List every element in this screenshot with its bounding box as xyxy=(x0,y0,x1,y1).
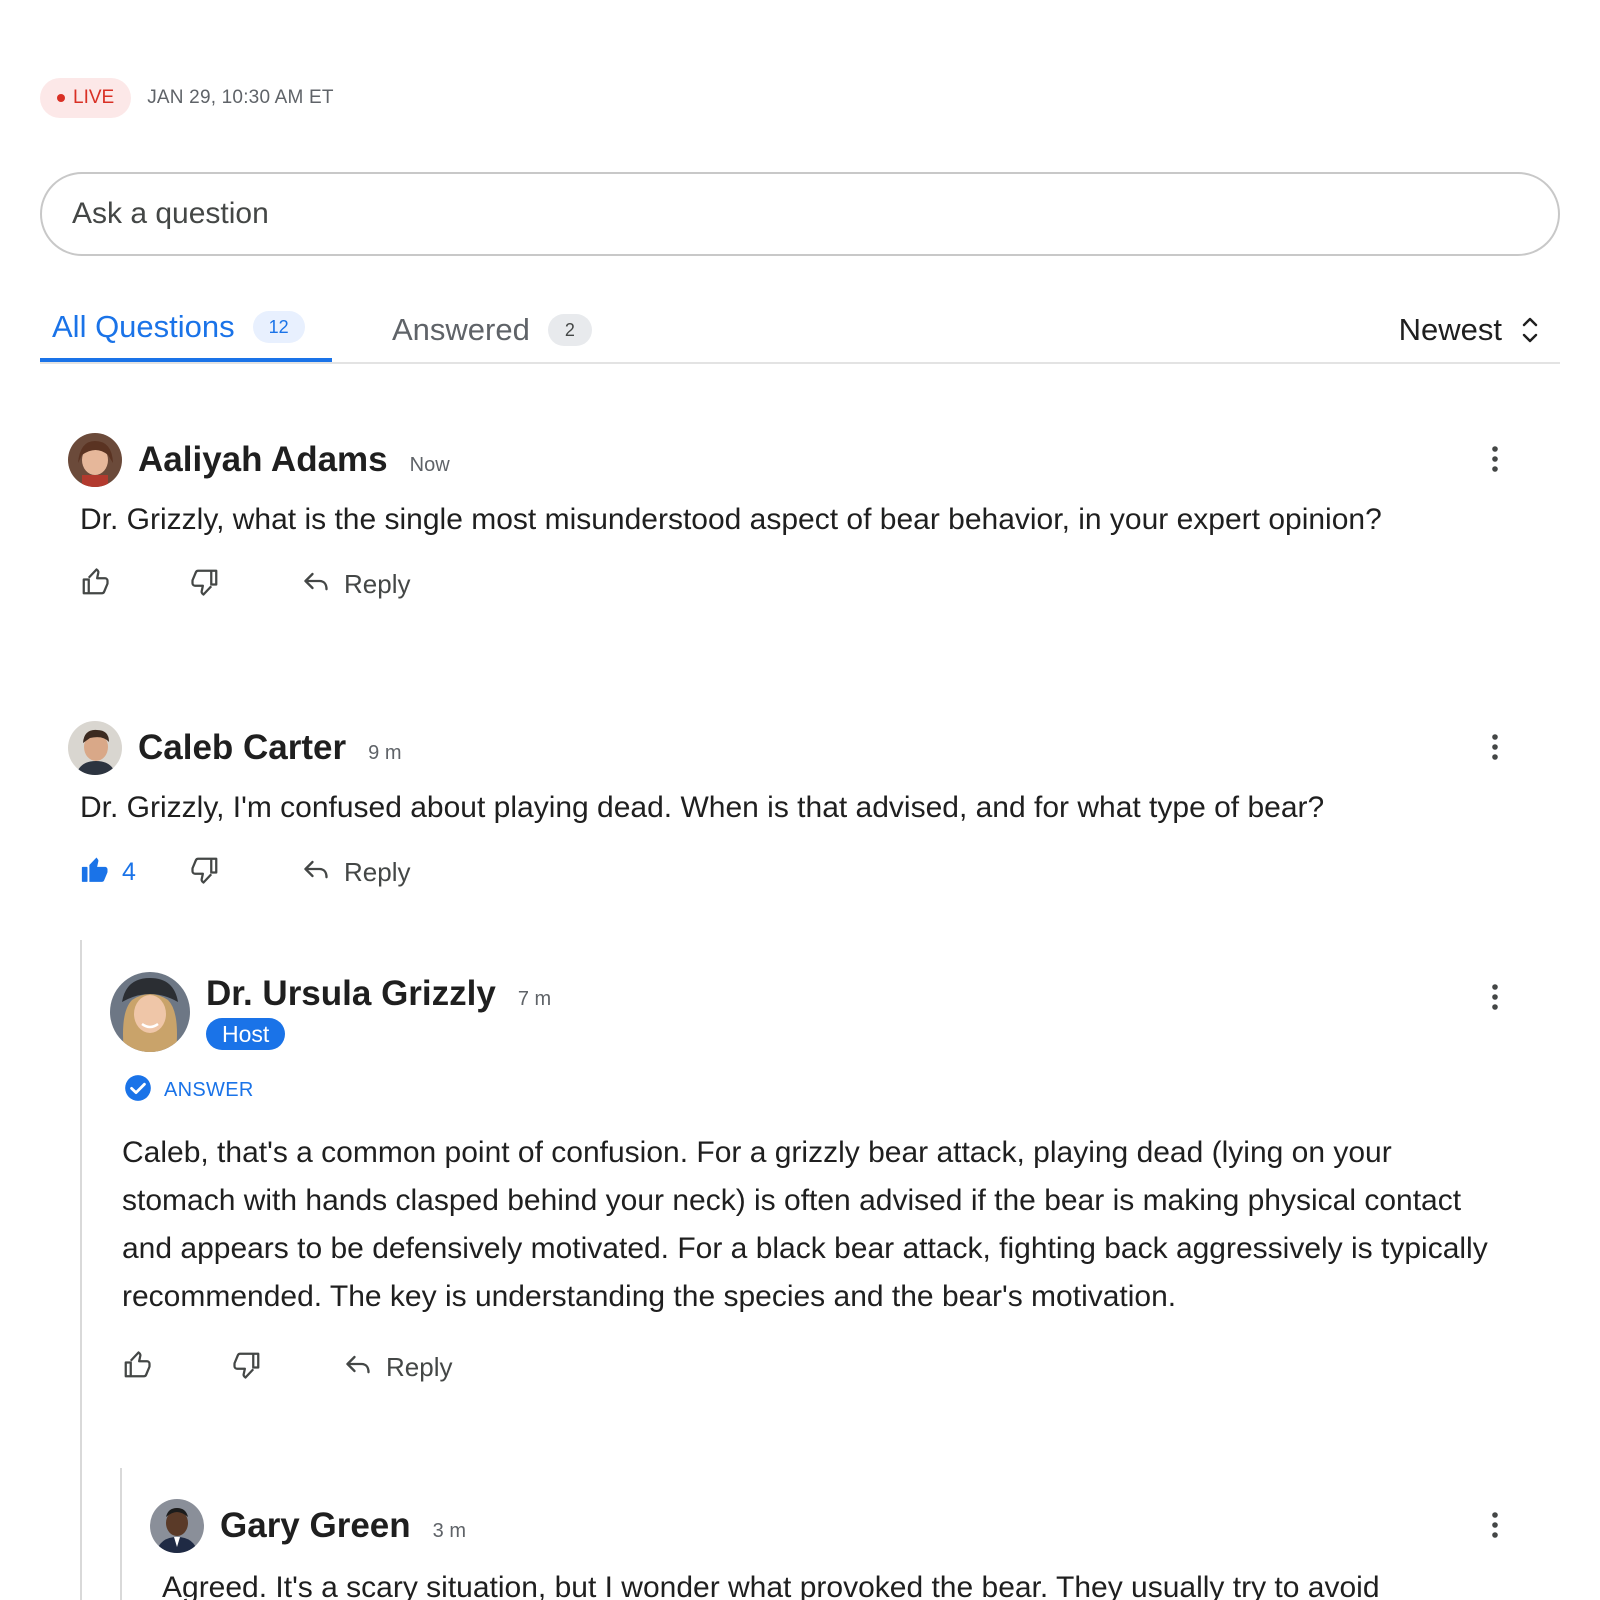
reply-button[interactable]: Reply xyxy=(344,1350,452,1385)
comment-text: Dr. Grizzly, I'm confused about playing … xyxy=(80,791,1325,824)
comment-text: Agreed. It's a scary situation, but I wo… xyxy=(162,1571,1380,1600)
comment-header: Gary Green 3 m xyxy=(150,1498,1510,1554)
author-name[interactable]: Gary Green xyxy=(220,1506,411,1546)
live-label: LIVE xyxy=(73,87,115,108)
thumb-up-icon xyxy=(80,567,110,602)
unfold-icon xyxy=(1522,316,1538,344)
check-circle-icon xyxy=(124,1074,152,1107)
comment-time: 7 m xyxy=(517,987,552,1010)
comment: Dr. Ursula Grizzly 7 m Host ANSWER Caleb… xyxy=(110,972,1510,1389)
avatar[interactable] xyxy=(68,721,122,775)
comment-time: 9 m xyxy=(368,741,402,764)
reply-arrow-icon xyxy=(344,1350,372,1385)
reply-button[interactable]: Reply xyxy=(302,855,410,890)
author-block: Dr. Ursula Grizzly 7 m Host xyxy=(206,972,551,1050)
thumb-up-filled-icon xyxy=(80,855,110,890)
tab-label: Answered xyxy=(392,312,530,347)
more-vert-icon[interactable] xyxy=(1480,444,1510,474)
author-name[interactable]: Caleb Carter xyxy=(138,728,346,768)
host-badge: Host xyxy=(206,1018,286,1050)
author-name-row: Dr. Ursula Grizzly 7 m xyxy=(206,972,551,1016)
live-dot-icon xyxy=(57,94,65,102)
like-button[interactable] xyxy=(80,567,190,602)
comment-header: Aaliyah Adams Now xyxy=(68,432,1510,488)
avatar[interactable] xyxy=(150,1499,204,1553)
sort-dropdown[interactable]: Newest xyxy=(1399,296,1538,364)
tab-answered[interactable]: Answered 2 xyxy=(380,296,604,364)
sort-label: Newest xyxy=(1398,312,1502,347)
author-name[interactable]: Aaliyah Adams xyxy=(138,440,388,480)
thumb-down-icon xyxy=(190,855,220,890)
live-badge: LIVE xyxy=(40,78,132,118)
comment-time: 3 m xyxy=(432,1519,466,1542)
reply-label: Reply xyxy=(344,568,411,599)
comment-text: Dr. Grizzly, what is the single most mis… xyxy=(80,503,1382,536)
comment: Aaliyah Adams Now Dr. Grizzly, what is t… xyxy=(68,432,1510,606)
like-button[interactable] xyxy=(122,1350,232,1385)
comment-actions: Reply xyxy=(80,562,1510,606)
dislike-button[interactable] xyxy=(232,1350,344,1385)
event-datetime: JAN 29, 10:30 AM ET xyxy=(147,87,334,108)
thumb-down-icon xyxy=(232,1350,262,1385)
avatar[interactable] xyxy=(110,972,190,1052)
like-count: 4 xyxy=(122,857,136,886)
dislike-button[interactable] xyxy=(190,567,302,602)
reply-label: Reply xyxy=(344,856,411,887)
tab-label: All Questions xyxy=(52,309,235,344)
ask-question-input[interactable] xyxy=(40,172,1560,256)
tab-all-questions[interactable]: All Questions 12 xyxy=(40,296,332,362)
comment-actions: Reply xyxy=(122,1345,1510,1389)
reply-arrow-icon xyxy=(302,855,330,890)
answer-label: ANSWER xyxy=(164,1079,254,1101)
dislike-button[interactable] xyxy=(190,855,302,890)
live-status-row: LIVE JAN 29, 10:30 AM ET xyxy=(40,78,334,118)
thumb-up-icon xyxy=(122,1350,152,1385)
thread-line xyxy=(120,1468,122,1600)
comment-text: Caleb, that's a common point of confusio… xyxy=(122,1136,1488,1313)
avatar[interactable] xyxy=(68,433,122,487)
author-name[interactable]: Dr. Ursula Grizzly xyxy=(206,974,496,1014)
comment-time: Now xyxy=(409,453,450,476)
thread-line xyxy=(80,940,82,1600)
comment: Gary Green 3 m Agreed. It's a scary situ… xyxy=(150,1498,1510,1600)
question-tabs: All Questions 12 Answered 2 Newest xyxy=(40,296,1560,364)
reply-button[interactable]: Reply xyxy=(302,567,410,602)
comment-actions: 4 Reply xyxy=(80,850,1510,894)
like-button[interactable]: 4 xyxy=(80,855,190,890)
comment: Caleb Carter 9 m Dr. Grizzly, I'm confus… xyxy=(68,720,1510,894)
comment-header: Caleb Carter 9 m xyxy=(68,720,1510,776)
answer-marker: ANSWER xyxy=(124,1074,1510,1107)
more-vert-icon[interactable] xyxy=(1480,1510,1510,1540)
more-vert-icon[interactable] xyxy=(1480,982,1510,1012)
tab-count-badge: 2 xyxy=(547,314,592,346)
tab-count-badge: 12 xyxy=(252,311,305,343)
more-vert-icon[interactable] xyxy=(1480,732,1510,762)
comment-header: Dr. Ursula Grizzly 7 m Host xyxy=(110,972,1510,1052)
reply-arrow-icon xyxy=(302,567,330,602)
thumb-down-icon xyxy=(190,567,220,602)
reply-label: Reply xyxy=(386,1351,453,1382)
